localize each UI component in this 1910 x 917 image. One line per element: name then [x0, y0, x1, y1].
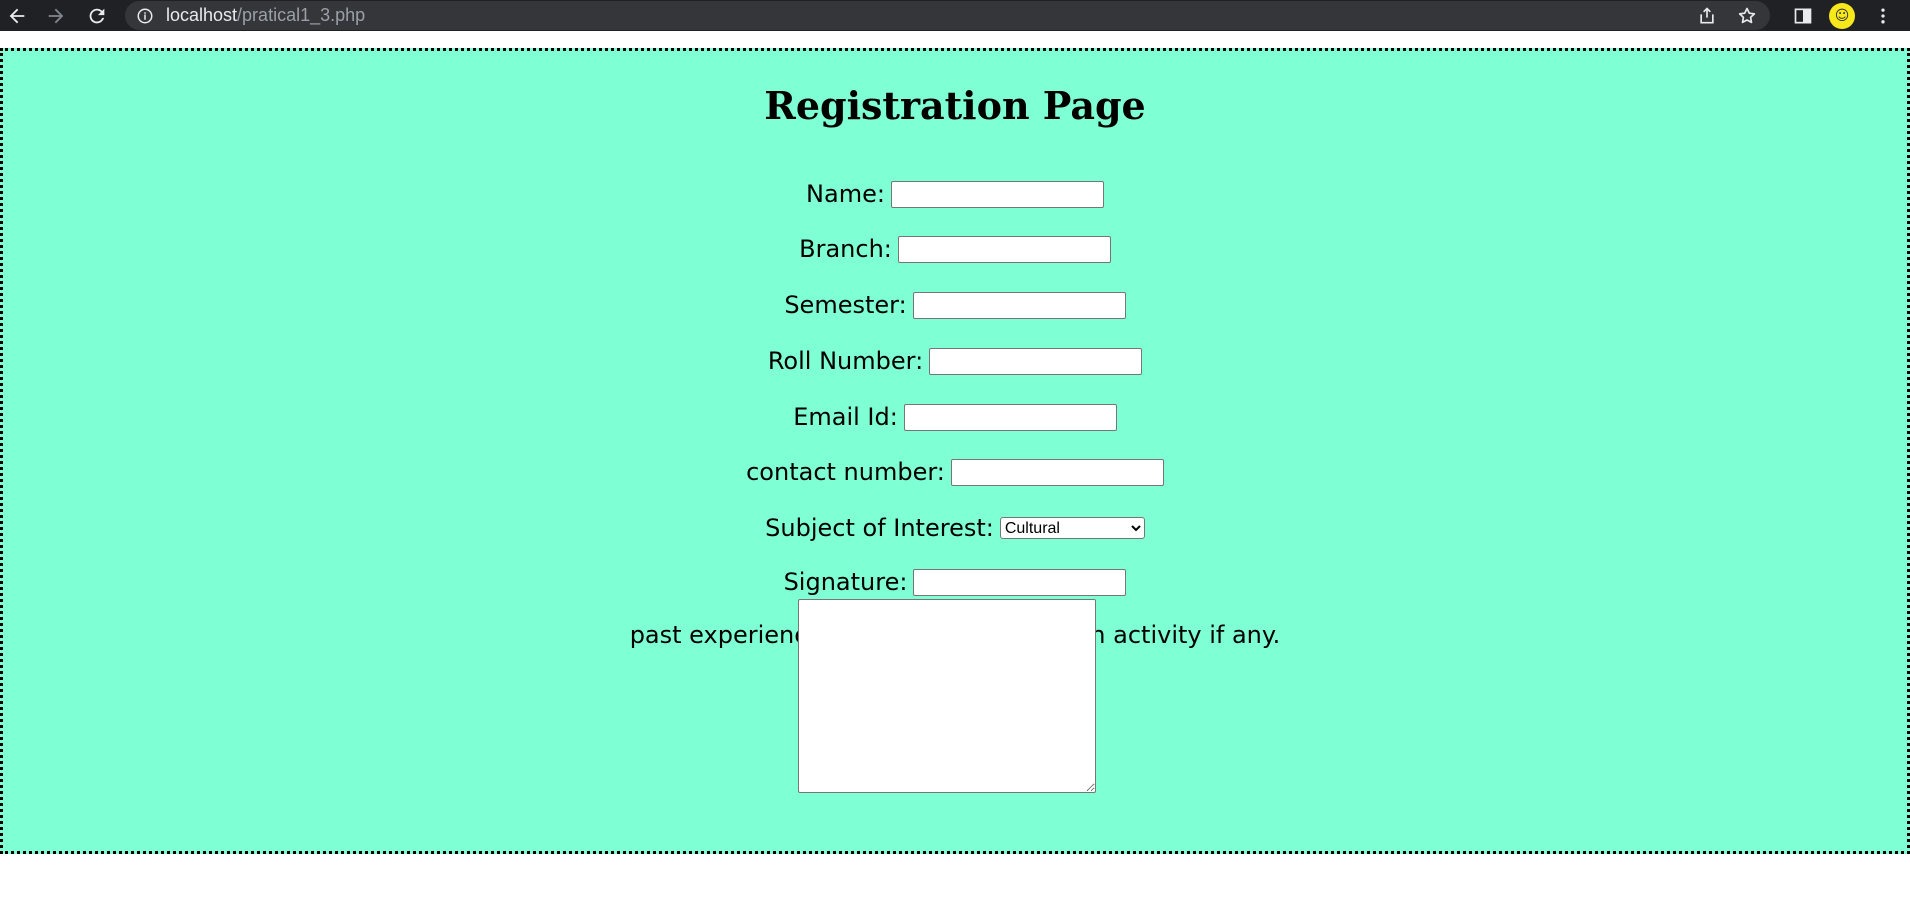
roll-number-label: Roll Number:: [767, 347, 924, 375]
semester-row: Semester:: [3, 291, 1907, 319]
profile-avatar[interactable]: ☺: [1829, 3, 1855, 29]
experience-textarea[interactable]: [798, 599, 1096, 793]
url-host: localhost: [166, 5, 238, 25]
subject-label: Subject of Interest:: [765, 514, 994, 542]
address-bar[interactable]: localhost/pratical1_3.php: [125, 1, 1770, 30]
contact-label: contact number:: [746, 458, 945, 486]
reload-icon[interactable]: [84, 3, 110, 29]
name-label: Name:: [806, 180, 885, 208]
branch-label: Branch:: [799, 235, 892, 263]
signature-row: Signature:: [3, 568, 1907, 596]
email-input[interactable]: [903, 403, 1117, 431]
back-icon[interactable]: [4, 3, 30, 29]
site-info-icon[interactable]: [136, 7, 154, 25]
subject-select[interactable]: Cultural: [999, 517, 1145, 539]
avatar-icon: ☺: [1829, 3, 1855, 29]
branch-input[interactable]: [897, 235, 1111, 263]
url-path: /pratical1_3.php: [237, 5, 366, 25]
name-row: Name:: [3, 180, 1907, 208]
email-label: Email Id:: [793, 403, 898, 431]
semester-input[interactable]: [912, 291, 1126, 319]
roll-number-row: Roll Number:: [3, 347, 1907, 375]
name-input[interactable]: [890, 180, 1104, 208]
email-row: Email Id:: [3, 403, 1907, 431]
side-panel-icon[interactable]: [1790, 3, 1816, 29]
semester-label: Semester:: [784, 291, 907, 319]
bookmark-star-icon[interactable]: [1736, 5, 1758, 27]
signature-input[interactable]: [913, 568, 1127, 596]
signature-label: Signature:: [783, 568, 908, 596]
browser-toolbar: localhost/pratical1_3.php ☺: [0, 0, 1910, 31]
menu-icon[interactable]: [1870, 3, 1896, 29]
share-icon[interactable]: [1696, 5, 1718, 27]
url-text: localhost/pratical1_3.php: [166, 5, 365, 26]
contact-input[interactable]: [950, 458, 1164, 486]
page-title: Registration Page: [764, 83, 1146, 128]
branch-row: Branch:: [3, 235, 1907, 263]
contact-row: contact number:: [3, 458, 1907, 486]
forward-icon[interactable]: [43, 3, 69, 29]
subject-row: Subject of Interest: Cultural: [3, 514, 1907, 542]
roll-number-input[interactable]: [929, 347, 1143, 375]
